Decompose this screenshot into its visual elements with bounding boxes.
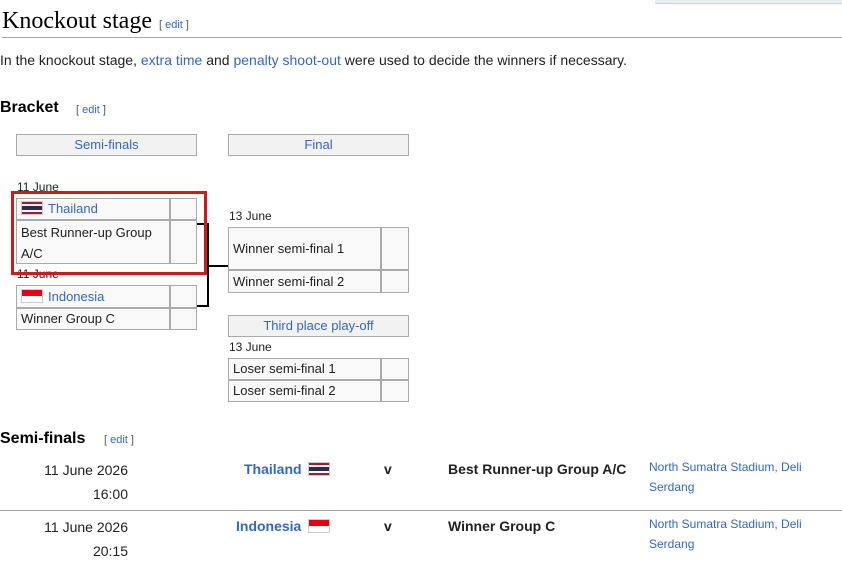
third-place-score1	[381, 358, 409, 380]
round-header-label: Third place play-off	[263, 318, 374, 333]
third-place-team1: Loser semi-final 1	[228, 358, 381, 380]
section-heading-knockout-stage: Knockout stage [ edit ]	[2, 6, 842, 38]
thailand-flag-icon	[308, 462, 331, 476]
match2-date: 11 June 2026	[44, 519, 128, 535]
intro-text: and	[202, 52, 234, 68]
match1-home: Thailand	[244, 461, 335, 477]
match1-time: 16:00	[92, 486, 128, 502]
indonesia-link[interactable]: Indonesia	[48, 289, 104, 304]
penalty-shootout-link[interactable]: penalty shoot-out	[233, 52, 340, 68]
intro-paragraph: In the knockout stage, extra time and pe…	[0, 52, 627, 68]
match1-versus: v	[384, 461, 392, 477]
clipped-panel-edge	[655, 0, 842, 4]
section-title: Knockout stage	[2, 8, 152, 34]
final-date: 13 June	[229, 209, 272, 223]
edit-link[interactable]: edit	[82, 104, 100, 116]
semifinals-edit: [ edit ]	[104, 434, 134, 446]
indonesia-flag-icon	[21, 289, 43, 303]
final-team2: Winner semi-final 2	[228, 270, 381, 293]
indonesia-flag-icon	[308, 519, 331, 533]
match2-venue[interactable]: North Sumatra Stadium, Deli Serdang	[649, 514, 839, 554]
bracket-connector-line	[209, 265, 228, 267]
round-header-label: Final	[304, 137, 333, 152]
edit-link[interactable]: edit	[165, 19, 183, 31]
semi2-score1	[170, 285, 197, 308]
match1-venue[interactable]: North Sumatra Stadium, Deli Serdang	[649, 457, 839, 497]
section-edit-link: [ edit ]	[159, 19, 189, 31]
third-place-date: 13 June	[229, 340, 272, 354]
intro-text: were used to decide the winners if neces…	[340, 52, 628, 68]
match2-time: 20:15	[92, 543, 128, 559]
third-place-team2: Loser semi-final 2	[228, 380, 381, 402]
bracket-heading: Bracket	[0, 99, 59, 116]
venue-line: Serdang	[649, 480, 695, 494]
venue-line: Serdang	[649, 537, 695, 551]
edit-link[interactable]: edit	[110, 434, 128, 446]
round-header-third-place[interactable]: Third place play-off	[228, 315, 409, 337]
intro-text: In the knockout stage,	[0, 52, 141, 68]
match2-versus: v	[384, 518, 392, 534]
semifinals-heading: Semi-finals	[0, 430, 86, 447]
venue-line: North Sumatra Stadium, Deli	[649, 517, 802, 531]
round-header-final[interactable]: Final	[228, 134, 409, 156]
semi2-score2	[170, 308, 197, 330]
match2-away: Winner Group C	[448, 518, 556, 534]
third-place-score2	[381, 380, 409, 402]
round-header-label: Semi-finals	[74, 137, 139, 152]
match2-home: Indonesia	[236, 518, 335, 534]
round-header-semifinals[interactable]: Semi-finals	[16, 134, 197, 156]
match-separator	[0, 510, 842, 511]
final-score1	[381, 227, 409, 270]
thailand-link[interactable]: Thailand	[244, 461, 302, 477]
highlight-box	[11, 191, 207, 275]
final-score2	[381, 270, 409, 293]
extra-time-link[interactable]: extra time	[141, 52, 202, 68]
final-team1: Winner semi-final 1	[228, 227, 381, 270]
match1-away: Best Runner-up Group A/C	[448, 461, 627, 477]
semi2-team1: Indonesia	[16, 285, 170, 308]
indonesia-link[interactable]: Indonesia	[236, 518, 301, 534]
semi2-team2: Winner Group C	[16, 308, 170, 330]
match1-date: 11 June 2026	[44, 462, 128, 478]
venue-line: North Sumatra Stadium, Deli	[649, 460, 802, 474]
bracket-edit: [ edit ]	[76, 104, 106, 116]
